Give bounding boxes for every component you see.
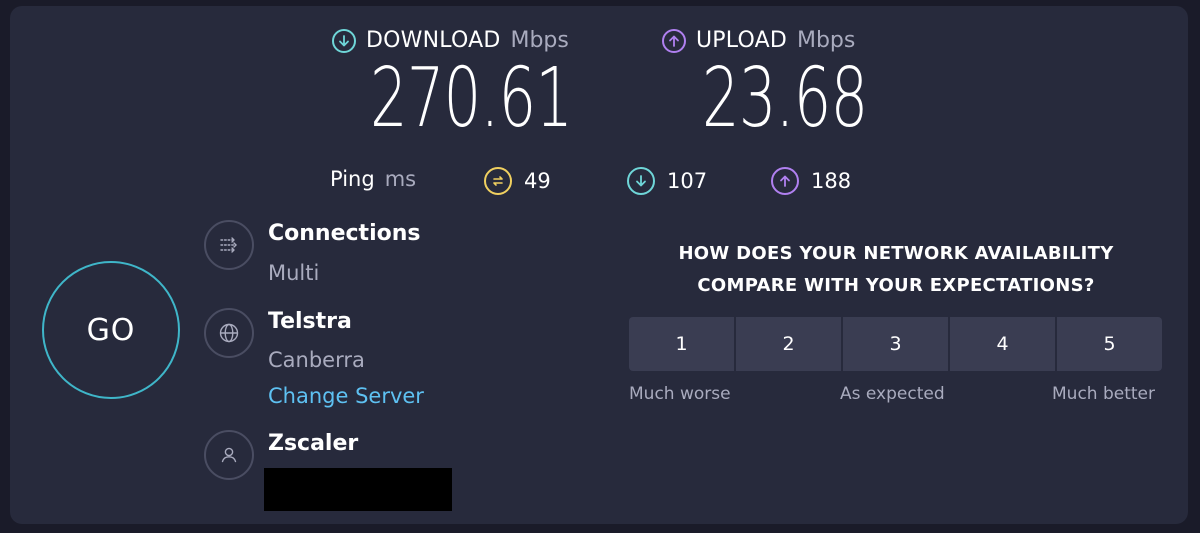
- ping-upload-value: 188: [811, 169, 852, 193]
- upload-arrow-icon: [771, 167, 799, 195]
- upload-label: UPLOAD: [696, 28, 787, 53]
- globe-icon: [204, 308, 254, 358]
- ping-idle: 49: [484, 167, 551, 195]
- server-title: Telstra: [268, 309, 352, 334]
- scale-label-mid: As expected: [840, 384, 945, 404]
- survey-question-line1: HOW DOES YOUR NETWORK AVAILABILITY: [678, 243, 1114, 264]
- scale-label-low: Much worse: [629, 384, 731, 404]
- ping-unit: ms: [384, 167, 417, 191]
- rating-bar: 1 2 3 4 5: [629, 317, 1162, 371]
- connections-value: Multi: [268, 261, 320, 285]
- ping-download-value: 107: [667, 169, 708, 193]
- survey-question-line2: COMPARE WITH YOUR EXPECTATIONS?: [697, 275, 1095, 296]
- redacted-ip-box: [264, 468, 452, 511]
- download-header: DOWNLOAD Mbps: [332, 28, 569, 53]
- rating-option-2[interactable]: 2: [736, 317, 841, 371]
- provider-title: Zscaler: [268, 431, 359, 456]
- download-value: 270.61: [370, 51, 573, 146]
- rating-option-4[interactable]: 4: [950, 317, 1055, 371]
- ping-jitter-icon: [484, 167, 512, 195]
- go-button[interactable]: GO: [42, 261, 180, 399]
- upload-value: 23.68: [702, 51, 868, 146]
- download-unit: Mbps: [510, 28, 569, 53]
- upload-unit: Mbps: [796, 28, 856, 53]
- ping-idle-value: 49: [524, 169, 551, 193]
- scale-label-high: Much better: [1052, 384, 1155, 404]
- server-location: Canberra: [268, 348, 365, 372]
- survey-question: HOW DOES YOUR NETWORK AVAILABILITY COMPA…: [630, 238, 1162, 302]
- upload-header: UPLOAD Mbps: [662, 28, 855, 53]
- upload-arrow-icon: [662, 28, 686, 53]
- download-arrow-icon: [332, 28, 356, 53]
- change-server-link[interactable]: Change Server: [268, 384, 424, 408]
- ping-label: Ping: [330, 167, 375, 191]
- rating-option-1[interactable]: 1: [629, 317, 734, 371]
- rating-option-5[interactable]: 5: [1057, 317, 1162, 371]
- user-icon: [204, 430, 254, 480]
- connections-title: Connections: [268, 221, 421, 246]
- ping-download: 107: [627, 167, 707, 195]
- download-label: DOWNLOAD: [366, 28, 501, 53]
- ping-row: Ping ms: [330, 167, 416, 191]
- rating-option-3[interactable]: 3: [843, 317, 948, 371]
- connections-icon: [204, 220, 254, 270]
- download-arrow-icon: [627, 167, 655, 195]
- ping-upload: 188: [771, 167, 851, 195]
